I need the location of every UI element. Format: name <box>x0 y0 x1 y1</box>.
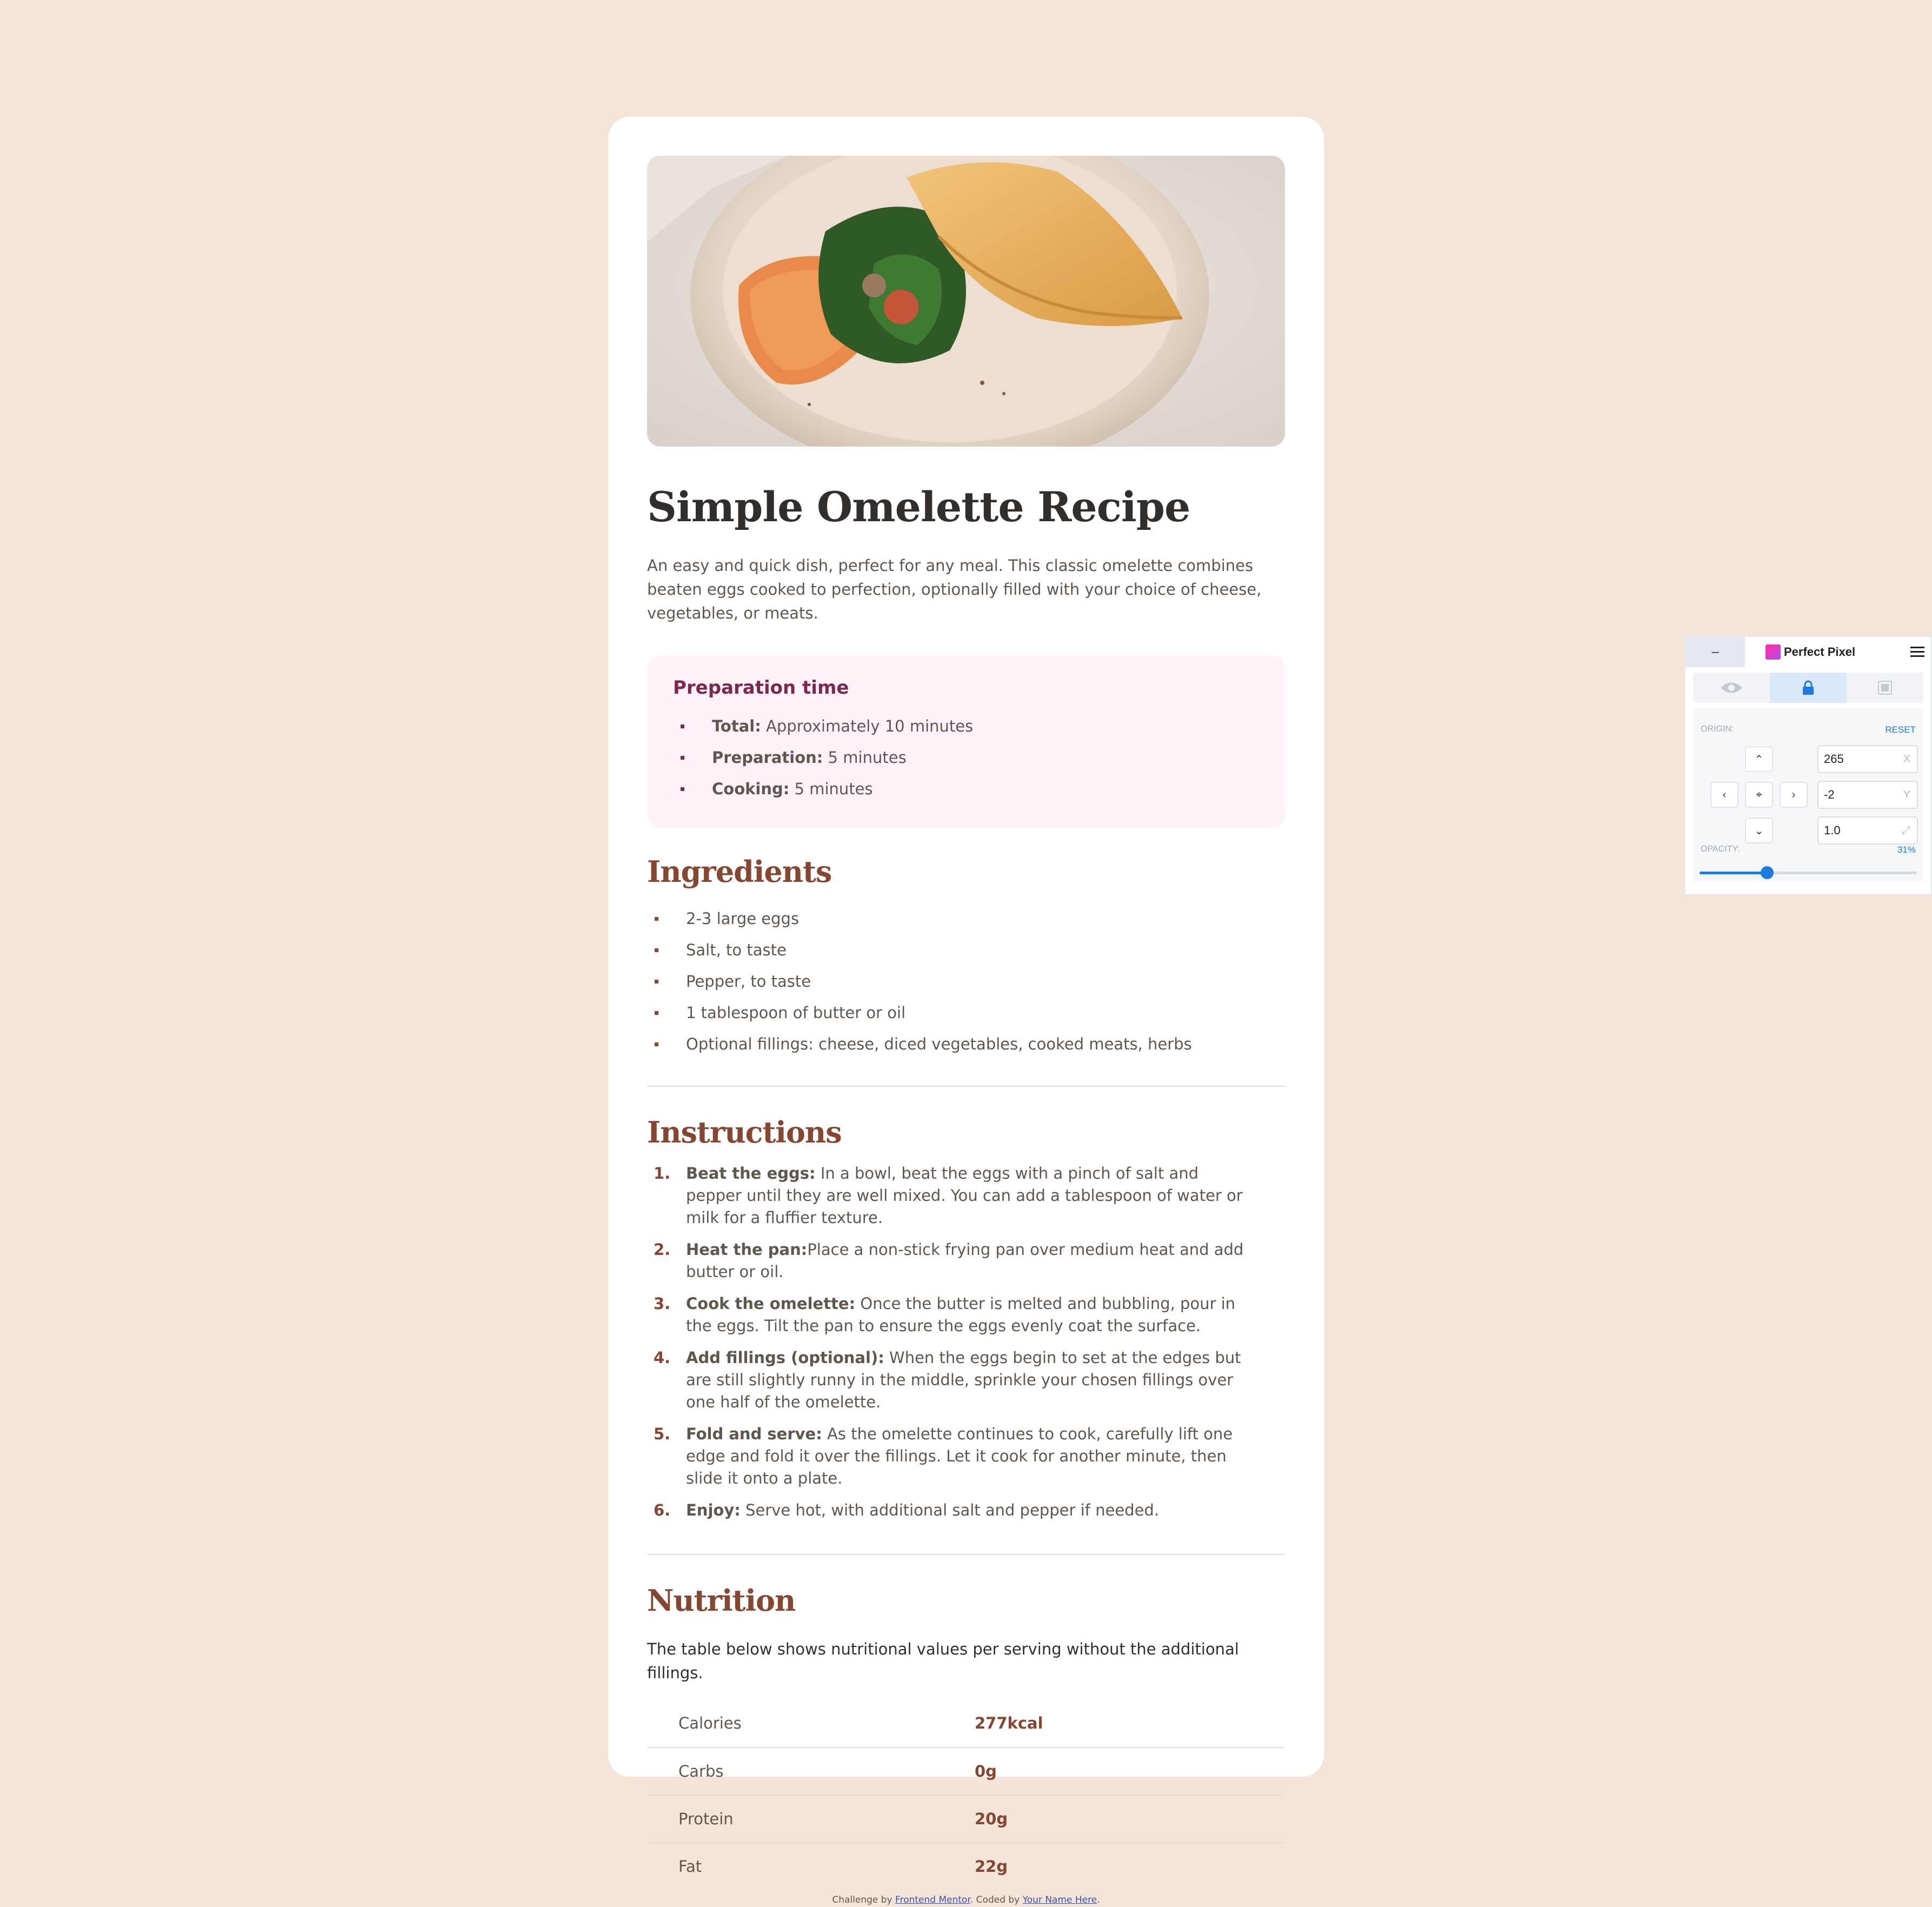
perfect-pixel-logo-icon <box>1766 644 1781 660</box>
opacity-label: OPACITY: <box>1701 845 1740 854</box>
opacity-value: 31% <box>1897 845 1916 855</box>
recipe-intro: An easy and quick dish, perfect for any … <box>647 556 1262 622</box>
x-offset-input[interactable]: 265 X <box>1817 745 1918 773</box>
table-row: Calories 277kcal <box>647 1699 1285 1748</box>
origin-label: ORIGIN: <box>1701 725 1734 734</box>
instruction-step: 2. Heat the pan:Place a non-stick frying … <box>647 1239 1258 1283</box>
perfect-pixel-header: – Perfect Pixel <box>1685 637 1931 667</box>
step-number: 2. <box>654 1240 671 1259</box>
invert-toggle[interactable] <box>1847 673 1923 703</box>
table-row: Fat 22g <box>647 1843 1285 1890</box>
step-number: 4. <box>654 1348 671 1367</box>
table-row: Protein 20g <box>647 1795 1285 1843</box>
ingredient-item: Pepper, to taste <box>647 966 1285 997</box>
step-number: 1. <box>654 1164 671 1182</box>
lock-icon <box>1803 680 1814 695</box>
instructions-heading: Instructions <box>647 1114 842 1149</box>
perfect-pixel-panel: – Perfect Pixel ORIGIN: RESET ⌃ ‹ ⌖ › ⌄ … <box>1684 636 1932 895</box>
opacity-slider-thumb[interactable] <box>1760 866 1774 879</box>
ingredient-item: Salt, to taste <box>647 934 1285 966</box>
nutrient-value: 22g <box>975 1857 1008 1876</box>
nutrition-table: Calories 277kcal Carbs 0g Protein 20g Fat 22… <box>647 1699 1285 1890</box>
nutrient-label: Fat <box>678 1857 702 1876</box>
move-left-button[interactable]: ‹ <box>1710 782 1738 808</box>
move-down-button[interactable]: ⌄ <box>1745 818 1773 843</box>
nutrition-note: The table below shows nutritional values… <box>647 1639 1239 1682</box>
preparation-list: Total: Approximately 10 minutes Preparat… <box>673 710 1259 805</box>
ingredient-item: 2-3 large eggs <box>647 903 1285 934</box>
visibility-toggle[interactable] <box>1693 673 1770 703</box>
ingredient-item: Optional fillings: cheese, diced vegetab… <box>647 1028 1285 1060</box>
eye-icon <box>1721 682 1742 693</box>
nutrient-value: 0g <box>975 1747 1285 1796</box>
nutrient-value: 20g <box>975 1795 1285 1843</box>
nutrient-label: Calories <box>647 1699 975 1748</box>
reset-button[interactable]: RESET <box>1885 725 1916 735</box>
move-right-button[interactable]: › <box>1780 782 1808 808</box>
minimize-button[interactable]: – <box>1685 637 1745 667</box>
center-icon: ⌖ <box>1756 788 1762 801</box>
instruction-step: 5. Fold and serve: As the omelette contin… <box>647 1423 1258 1490</box>
nutrient-value: 277kcal <box>975 1699 1285 1748</box>
section-divider <box>647 1553 1285 1555</box>
prep-item-cooking: Cooking: 5 minutes <box>673 773 1259 805</box>
move-up-button[interactable]: ⌃ <box>1745 746 1773 772</box>
table-row: Carbs 0g <box>647 1747 1285 1796</box>
hamburger-icon <box>1910 647 1924 657</box>
instructions-list: 1. Beat the eggs: In a bowl, beat the egg… <box>647 1162 1285 1521</box>
instructions-section: Instructions 1. Beat the eggs: In a bowl,… <box>647 1115 1285 1521</box>
chevron-down-icon: ⌄ <box>1754 825 1764 837</box>
preparation-heading: Preparation time <box>673 676 849 699</box>
origin-controls: ORIGIN: RESET ⌃ ‹ ⌖ › ⌄ 265 X -2 Y 1.0 ⤢ OP… <box>1693 708 1923 881</box>
instruction-step: 6. Enjoy: Serve hot, with additional salt… <box>647 1499 1258 1521</box>
frontend-mentor-link[interactable]: Frontend Mentor <box>895 1895 970 1905</box>
chevron-up-icon: ⌃ <box>1754 753 1764 766</box>
step-number: 3. <box>654 1294 671 1313</box>
scale-input[interactable]: 1.0 ⤢ <box>1817 816 1918 845</box>
invert-icon <box>1878 681 1892 695</box>
mode-toggle-group <box>1693 673 1923 703</box>
nutrient-label: Carbs <box>647 1747 975 1796</box>
preparation-time-box: Preparation time Total: Approximately 10… <box>647 655 1285 828</box>
ingredients-list: 2-3 large eggs Salt, to taste Pepper, to… <box>647 903 1285 1060</box>
chevron-left-icon: ‹ <box>1722 788 1727 801</box>
perfect-pixel-title: Perfect Pixel <box>1745 637 1904 667</box>
omelette-hero-image <box>647 156 1285 447</box>
step-number: 6. <box>654 1500 671 1519</box>
prep-item-preparation: Preparation: 5 minutes <box>673 742 1259 773</box>
recipe-title: Simple Omelette Recipe <box>647 483 1190 531</box>
chevron-right-icon: › <box>1791 788 1796 801</box>
nutrition-section: Nutrition The table below shows nutritio… <box>647 1583 1285 1890</box>
ingredients-heading: Ingredients <box>647 854 832 889</box>
lock-toggle[interactable] <box>1770 673 1847 703</box>
opacity-slider[interactable] <box>1700 866 1917 879</box>
section-divider <box>647 1085 1285 1087</box>
menu-button[interactable] <box>1904 637 1931 667</box>
nutrient-label: Protein <box>647 1795 975 1843</box>
instruction-step: 3. Cook the omelette: Once the butter is … <box>647 1293 1258 1337</box>
recipe-card: Simple Omelette Recipe An easy and quick… <box>608 117 1324 1876</box>
ingredient-item: 1 tablespoon of butter or oil <box>647 997 1285 1028</box>
opacity-slider-fill <box>1700 872 1767 874</box>
prep-item-total: Total: Approximately 10 minutes <box>673 710 1259 742</box>
y-offset-input[interactable]: -2 Y <box>1817 781 1918 809</box>
attribution: Challenge by Frontend Mentor. Coded by Y… <box>832 1895 1100 1905</box>
nutrition-heading: Nutrition <box>647 1583 796 1618</box>
instruction-step: 1. Beat the eggs: In a bowl, beat the egg… <box>647 1162 1258 1229</box>
step-number: 5. <box>654 1424 671 1443</box>
center-button[interactable]: ⌖ <box>1745 782 1773 808</box>
resize-icon: ⤢ <box>1902 824 1910 836</box>
ingredients-section: Ingredients 2-3 large eggs Salt, to tast… <box>647 854 1285 1060</box>
instruction-step: 4. Add fillings (optional): When the eggs… <box>647 1347 1258 1413</box>
author-link[interactable]: Your Name Here <box>1023 1895 1097 1905</box>
